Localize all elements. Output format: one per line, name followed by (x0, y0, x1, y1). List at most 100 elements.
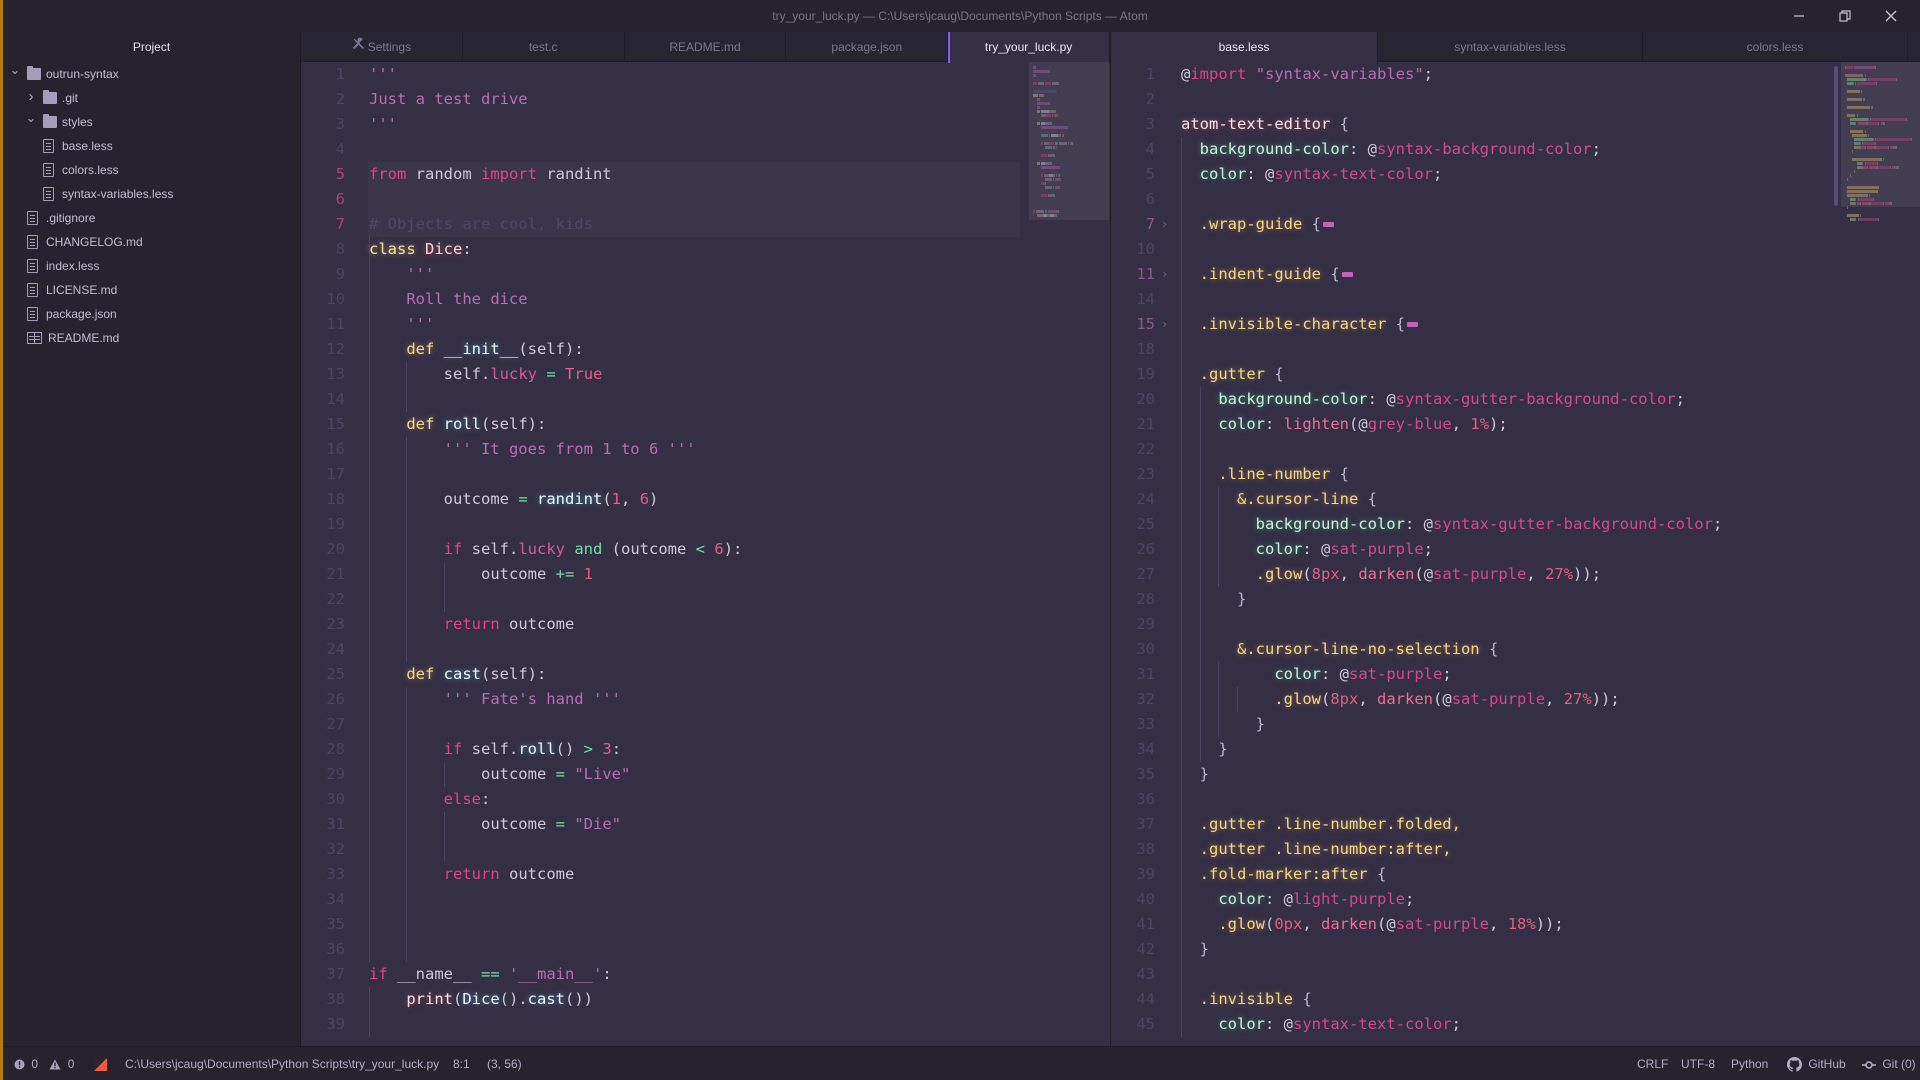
line-number[interactable]: 18 (301, 487, 345, 512)
less-editor[interactable]: 1 2 3 4 5 6 7 › 10 11 › 14 15 › 18 19 20 21 22 23 24 25 26 27 28… (1111, 62, 1920, 1046)
line-number[interactable]: 2 (1111, 87, 1155, 112)
line-number[interactable]: 45 (1111, 1012, 1155, 1037)
line-number[interactable]: 6 (1111, 187, 1155, 212)
line-number[interactable]: 25 (301, 662, 345, 687)
line-number[interactable]: 11 (301, 312, 345, 337)
line-number[interactable]: 15 (301, 412, 345, 437)
line-number[interactable]: 3 (1111, 112, 1155, 137)
line-number[interactable]: 33 (301, 862, 345, 887)
line-number[interactable]: 31 (1111, 662, 1155, 687)
line-number[interactable]: 4 (1111, 137, 1155, 162)
close-button[interactable] (1868, 2, 1914, 30)
tab-readme-md[interactable]: README.md (625, 32, 787, 62)
line-number[interactable]: 25 (1111, 512, 1155, 537)
line-number[interactable]: 29 (301, 762, 345, 787)
encoding-selector[interactable]: UTF-8 (1681, 1047, 1715, 1080)
tree-item-styles[interactable]: ⌄ styles (3, 110, 300, 134)
line-number[interactable]: 38 (1111, 837, 1155, 862)
line-number[interactable]: 28 (301, 737, 345, 762)
line-number[interactable]: 24 (301, 637, 345, 662)
line-number[interactable]: 10 (1111, 237, 1155, 262)
tab-try-your-luck-py[interactable]: try_your_luck.py (948, 32, 1110, 63)
line-number[interactable]: 8 (301, 237, 345, 262)
line-number[interactable]: 35 (301, 912, 345, 937)
line-number[interactable]: 10 (301, 287, 345, 312)
line-number[interactable]: 6 (301, 187, 345, 212)
line-number[interactable]: 30 (1111, 637, 1155, 662)
line-number[interactable]: 18 (1111, 337, 1155, 362)
line-number[interactable]: 5 (1111, 162, 1155, 187)
line-number[interactable]: 37 (1111, 812, 1155, 837)
line-number[interactable]: 7 (1111, 212, 1155, 237)
github-button[interactable]: GitHub (1787, 1047, 1846, 1080)
line-number[interactable]: 28 (1111, 587, 1155, 612)
line-number[interactable]: 27 (1111, 562, 1155, 587)
file-path[interactable]: C:\Users\jcaug\Documents\Python Scripts\… (125, 1047, 439, 1080)
line-number[interactable]: 34 (301, 887, 345, 912)
line-number[interactable]: 44 (1111, 987, 1155, 1012)
tree-item-syntax-variables-less[interactable]: syntax-variables.less (3, 182, 300, 206)
line-number[interactable]: 26 (301, 687, 345, 712)
line-number[interactable]: 7 (301, 212, 345, 237)
tree-item-changelog-md[interactable]: CHANGELOG.md (3, 230, 300, 254)
line-number[interactable]: 19 (1111, 362, 1155, 387)
diagnostics-status[interactable]: 0 0 (14, 1047, 74, 1080)
tab-settings[interactable]: Settings (301, 32, 463, 62)
line-number[interactable]: 38 (301, 987, 345, 1012)
line-number[interactable]: 39 (301, 1012, 345, 1037)
line-number[interactable]: 34 (1111, 737, 1155, 762)
tree-item-git[interactable]: › .git (3, 86, 300, 110)
line-number[interactable]: 24 (1111, 487, 1155, 512)
line-number[interactable]: 22 (301, 587, 345, 612)
tree-item-license-md[interactable]: LICENSE.md (3, 278, 300, 302)
line-number[interactable]: 14 (1111, 287, 1155, 312)
line-number[interactable]: 20 (301, 537, 345, 562)
tree-item-readme-md[interactable]: README.md (3, 326, 300, 350)
line-number[interactable]: 11 (1111, 262, 1155, 287)
minimize-button[interactable] (1776, 2, 1822, 30)
line-number[interactable]: 14 (301, 387, 345, 412)
line-number[interactable]: 22 (1111, 437, 1155, 462)
vertical-scrollbar-thumb[interactable] (1834, 66, 1838, 206)
folded-code-marker[interactable] (1406, 322, 1418, 327)
tree-item-colors-less[interactable]: colors.less (3, 158, 300, 182)
tree-item-gitignore[interactable]: .gitignore (3, 206, 300, 230)
fold-chevron-icon[interactable]: › (1161, 312, 1171, 337)
grammar-selector[interactable]: Python (1731, 1047, 1768, 1080)
line-ending-selector[interactable]: CRLF (1637, 1047, 1668, 1080)
line-number[interactable]: 20 (1111, 387, 1155, 412)
line-number[interactable]: 32 (1111, 687, 1155, 712)
line-number[interactable]: 43 (1111, 962, 1155, 987)
line-number[interactable]: 33 (1111, 712, 1155, 737)
line-number[interactable]: 23 (1111, 462, 1155, 487)
tab-syntax-variables-less[interactable]: syntax-variables.less (1378, 32, 1643, 62)
line-number[interactable]: 21 (301, 562, 345, 587)
line-number[interactable]: 27 (301, 712, 345, 737)
tree-item-base-less[interactable]: base.less (3, 134, 300, 158)
line-number[interactable]: 26 (1111, 537, 1155, 562)
cursor-position[interactable]: 8:1 (453, 1047, 470, 1080)
line-number[interactable]: 13 (301, 362, 345, 387)
tree-item-package-json[interactable]: package.json (3, 302, 300, 326)
line-number[interactable]: 4 (301, 137, 345, 162)
fold-chevron-icon[interactable]: › (1161, 212, 1171, 237)
line-number[interactable]: 39 (1111, 862, 1155, 887)
folded-code-marker[interactable] (1341, 272, 1353, 277)
minimap[interactable] (1841, 62, 1920, 1046)
tab-package-json[interactable]: package.json (786, 32, 949, 62)
line-number[interactable]: 36 (301, 937, 345, 962)
line-number[interactable]: 12 (301, 337, 345, 362)
python-editor[interactable]: 1 2 3 4 5 6 7 8 9 10 11 12 13 14 15 16 17 18 19 20 21 22 23 24 2… (301, 62, 1110, 1046)
line-number[interactable]: 19 (301, 512, 345, 537)
restore-button[interactable] (1822, 2, 1868, 30)
selection-count[interactable]: (3, 56) (487, 1047, 522, 1080)
file-status-indicator[interactable] (94, 1047, 107, 1080)
line-number[interactable]: 40 (1111, 887, 1155, 912)
line-number[interactable]: 3 (301, 112, 345, 137)
line-number[interactable]: 23 (301, 612, 345, 637)
line-number[interactable]: 1 (1111, 62, 1155, 87)
chevron-down-icon[interactable]: ⌄ (9, 58, 21, 82)
line-number[interactable]: 15 (1111, 312, 1155, 337)
line-number[interactable]: 16 (301, 437, 345, 462)
line-number[interactable]: 32 (301, 837, 345, 862)
